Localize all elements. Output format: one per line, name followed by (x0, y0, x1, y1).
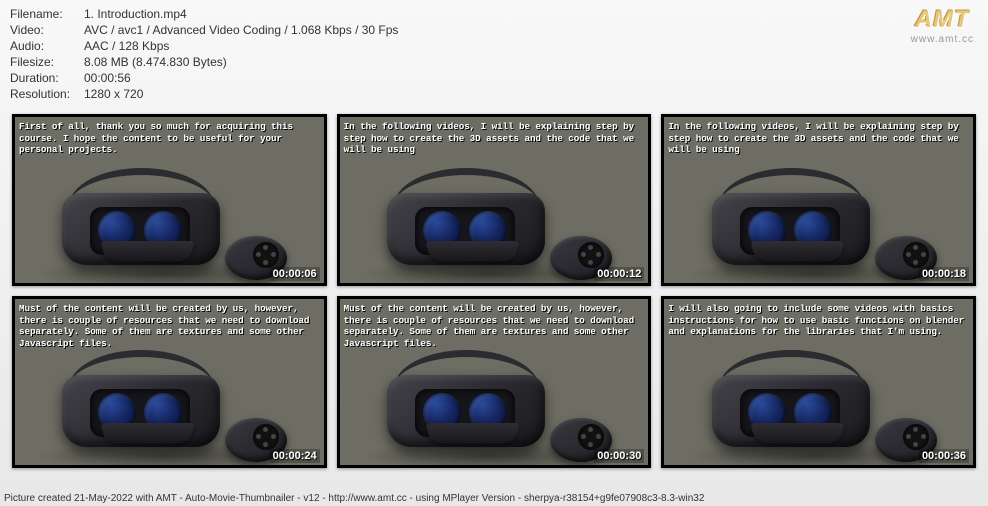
resolution-label: Resolution: (10, 86, 82, 102)
timestamp: 00:00:24 (270, 449, 320, 463)
filesize-value: 8.08 MB (8.474.830 Bytes) (84, 54, 227, 70)
footer-text: Picture created 21-May-2022 with AMT - A… (4, 493, 984, 504)
timestamp: 00:00:18 (919, 267, 969, 281)
video-label: Video: (10, 22, 82, 38)
audio-label: Audio: (10, 38, 82, 54)
thumbnail-1: First of all, thank you so much for acqu… (12, 114, 327, 286)
video-value: AVC / avc1 / Advanced Video Coding / 1.0… (84, 22, 398, 38)
duration-label: Duration: (10, 70, 82, 86)
amt-logo: AMT www.amt.cc (911, 6, 974, 45)
timestamp: 00:00:30 (594, 449, 644, 463)
audio-value: AAC / 128 Kbps (84, 38, 169, 54)
duration-value: 00:00:56 (84, 70, 131, 86)
logo-text: AMT (911, 6, 974, 34)
subtitle-text: First of all, thank you so much for acqu… (19, 121, 320, 156)
subtitle-text: I will also going to include some videos… (668, 303, 969, 338)
thumbnail-6: I will also going to include some videos… (661, 296, 976, 468)
filename-label: Filename: (10, 6, 82, 22)
thumbnail-3: In the following videos, I will be expla… (661, 114, 976, 286)
thumbnail-2: In the following videos, I will be expla… (337, 114, 652, 286)
subtitle-text: In the following videos, I will be expla… (344, 121, 645, 156)
subtitle-text: In the following videos, I will be expla… (668, 121, 969, 156)
thumbnail-5: Must of the content will be created by u… (337, 296, 652, 468)
timestamp: 00:00:12 (594, 267, 644, 281)
logo-url: www.amt.cc (911, 34, 974, 45)
timestamp: 00:00:06 (270, 267, 320, 281)
filename-value: 1. Introduction.mp4 (84, 6, 187, 22)
filesize-label: Filesize: (10, 54, 82, 70)
timestamp: 00:00:36 (919, 449, 969, 463)
metadata-header: Filename:1. Introduction.mp4 Video:AVC /… (0, 0, 988, 106)
subtitle-text: Must of the content will be created by u… (344, 303, 645, 349)
thumbnail-4: Must of the content will be created by u… (12, 296, 327, 468)
resolution-value: 1280 x 720 (84, 86, 143, 102)
thumbnail-grid: First of all, thank you so much for acqu… (0, 106, 988, 476)
subtitle-text: Must of the content will be created by u… (19, 303, 320, 349)
